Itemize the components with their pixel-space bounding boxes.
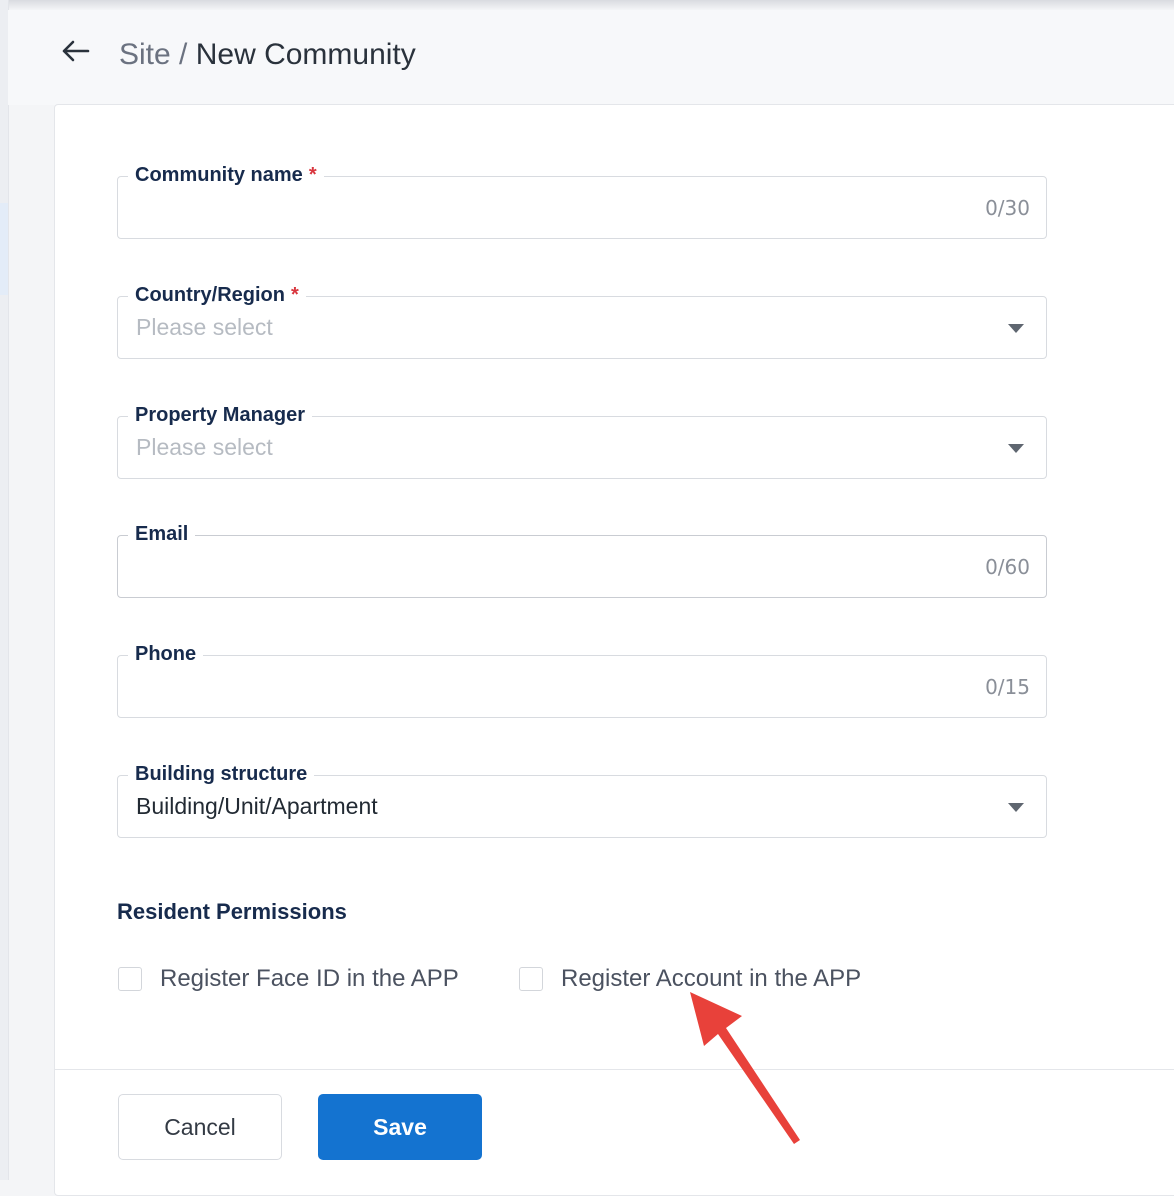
email-label: Email (128, 521, 196, 547)
phone-field[interactable]: Phone 0/15 (117, 641, 1047, 718)
top-shadow (0, 0, 1174, 10)
face-id-label[interactable]: Register Face ID in the APP (160, 965, 459, 993)
community-name-label: Community name * (128, 162, 324, 188)
cancel-button[interactable]: Cancel (118, 1094, 282, 1160)
resident-permissions-title: Resident Permissions (117, 899, 347, 924)
required-mark: * (308, 164, 317, 186)
building-structure-select[interactable]: Building structure Building/Unit/Apartme… (117, 761, 1047, 838)
register-account-checkbox[interactable] (519, 967, 543, 991)
required-mark: * (291, 284, 299, 306)
country-region-select[interactable]: Country/Region * Please select (117, 282, 1047, 359)
email-field[interactable]: Email 0/60 (117, 521, 1047, 598)
breadcrumb-separator: / (170, 38, 196, 71)
permission-face-id-option[interactable]: Register Face ID in the APP (118, 963, 459, 995)
property-manager-select[interactable]: Property Manager Please select (117, 402, 1047, 479)
arrow-left-icon[interactable] (58, 33, 94, 69)
form-card (54, 104, 1174, 1196)
caret-down-icon[interactable] (1008, 803, 1024, 812)
country-region-placeholder: Please select (136, 314, 273, 340)
breadcrumb-parent-site[interactable]: Site (119, 38, 171, 71)
phone-label: Phone (128, 641, 204, 667)
phone-counter: 0/15 (985, 675, 1030, 699)
caret-down-icon[interactable] (1008, 444, 1024, 453)
community-name-counter: 0/30 (985, 196, 1030, 220)
breadcrumb: Site / New Community (119, 36, 416, 74)
left-nav-active-marker (0, 203, 8, 295)
face-id-checkbox[interactable] (118, 967, 142, 991)
footer-divider (54, 1069, 1174, 1070)
building-structure-label: Building structure (128, 761, 315, 787)
red-arrow-pointer-icon (690, 992, 800, 1144)
caret-down-icon[interactable] (1008, 324, 1024, 333)
community-name-input[interactable]: Community name * 0/30 (117, 162, 1047, 239)
property-manager-placeholder: Please select (136, 434, 273, 460)
property-manager-label: Property Manager (128, 402, 313, 428)
page-title: New Community (195, 38, 416, 71)
email-counter: 0/60 (985, 555, 1030, 579)
left-nav-rail (0, 0, 9, 1180)
save-button[interactable]: Save (318, 1094, 482, 1160)
register-account-label[interactable]: Register Account in the APP (561, 965, 861, 993)
building-structure-value: Building/Unit/Apartment (136, 793, 378, 819)
country-region-label: Country/Region * (128, 282, 306, 308)
